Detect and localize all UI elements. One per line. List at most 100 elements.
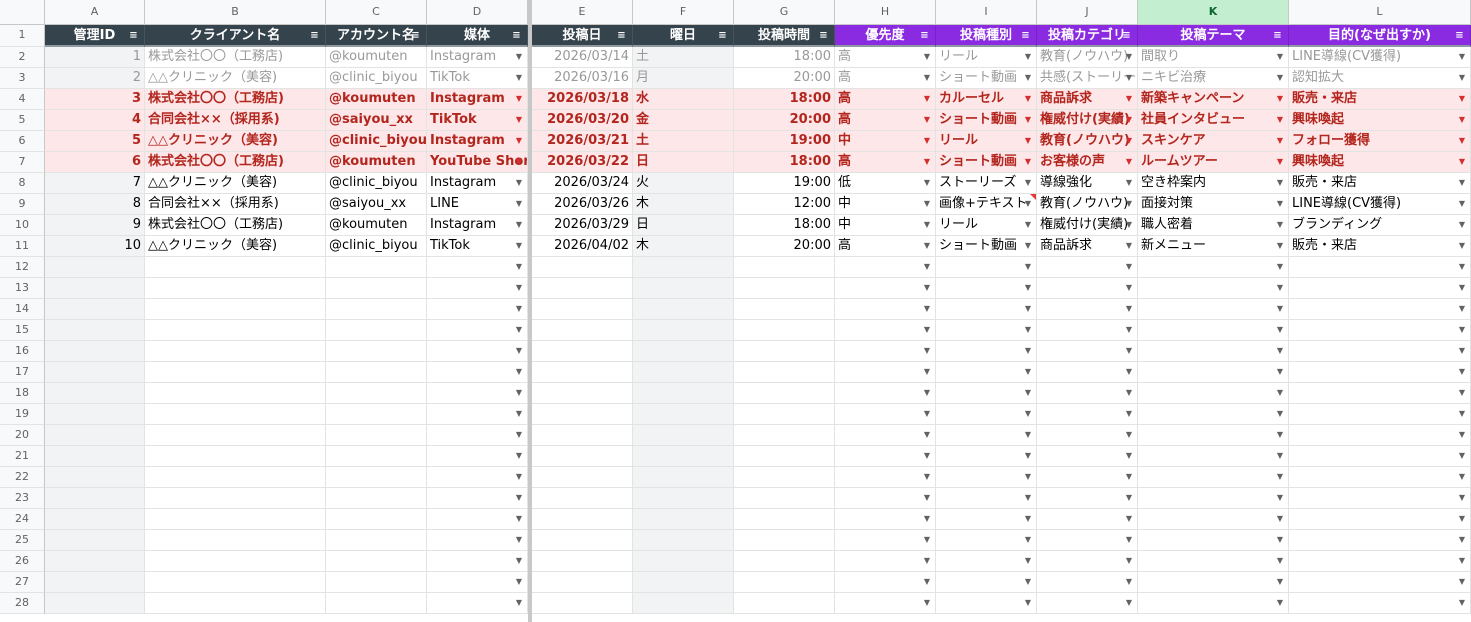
empty-cell[interactable]: ▼ xyxy=(427,404,528,425)
table-cell[interactable]: お客様の声 ▼ xyxy=(1037,152,1138,173)
dropdown-arrow-icon[interactable]: ▼ xyxy=(516,530,522,550)
empty-cell[interactable] xyxy=(326,530,427,551)
table-cell[interactable]: 20:00 xyxy=(734,68,835,89)
filter-icon[interactable]: ≡ xyxy=(309,30,320,41)
table-cell[interactable]: 販売・来店 ▼ xyxy=(1289,173,1471,194)
table-cell[interactable]: @saiyou_xx xyxy=(326,110,427,131)
dropdown-arrow-icon[interactable]: ▼ xyxy=(1459,425,1465,445)
dropdown-arrow-icon[interactable]: ▼ xyxy=(1459,320,1465,340)
empty-cell[interactable] xyxy=(734,467,835,488)
empty-cell[interactable] xyxy=(734,509,835,530)
filter-icon[interactable]: ≡ xyxy=(717,30,728,41)
filter-icon[interactable]: ≡ xyxy=(511,30,522,41)
table-cell[interactable]: 高 ▼ xyxy=(835,152,936,173)
filter-icon[interactable]: ≡ xyxy=(410,30,421,41)
empty-cell[interactable]: ▼ xyxy=(427,320,528,341)
table-cell[interactable]: 商品訴求 ▼ xyxy=(1037,89,1138,110)
dropdown-arrow-icon[interactable]: ▼ xyxy=(924,299,930,319)
empty-cell[interactable]: ▼ xyxy=(427,593,528,614)
empty-cell[interactable] xyxy=(734,320,835,341)
empty-cell[interactable] xyxy=(145,593,326,614)
dropdown-arrow-icon[interactable]: ▼ xyxy=(516,425,522,445)
empty-cell[interactable] xyxy=(633,530,734,551)
empty-cell[interactable] xyxy=(326,320,427,341)
dropdown-arrow-icon[interactable]: ▼ xyxy=(1277,278,1283,298)
dropdown-arrow-icon[interactable]: ▼ xyxy=(1277,68,1283,88)
dropdown-arrow-icon[interactable]: ▼ xyxy=(1025,215,1031,235)
empty-cell[interactable] xyxy=(145,383,326,404)
filter-icon[interactable]: ≡ xyxy=(1020,30,1031,41)
row-header[interactable]: 5 xyxy=(0,110,45,131)
dropdown-arrow-icon[interactable]: ▼ xyxy=(924,509,930,529)
table-cell[interactable]: 土 xyxy=(633,47,734,68)
empty-cell[interactable]: ▼ xyxy=(1289,320,1471,341)
table-cell[interactable]: 低 ▼ xyxy=(835,173,936,194)
select-all-corner[interactable] xyxy=(0,0,45,25)
row-header[interactable]: 16 xyxy=(0,341,45,362)
empty-cell[interactable]: ▼ xyxy=(1138,593,1289,614)
dropdown-arrow-icon[interactable]: ▼ xyxy=(1277,131,1283,151)
dropdown-arrow-icon[interactable]: ▼ xyxy=(1459,383,1465,403)
table-cell[interactable]: 3 xyxy=(45,89,145,110)
column-header-h[interactable]: H xyxy=(835,0,936,25)
empty-cell[interactable] xyxy=(326,383,427,404)
dropdown-arrow-icon[interactable]: ▼ xyxy=(1277,488,1283,508)
empty-cell[interactable]: ▼ xyxy=(1289,572,1471,593)
empty-cell[interactable]: ▼ xyxy=(835,488,936,509)
table-cell[interactable]: 間取り ▼ xyxy=(1138,47,1289,68)
empty-cell[interactable] xyxy=(633,404,734,425)
dropdown-arrow-icon[interactable]: ▼ xyxy=(1025,257,1031,277)
table-cell[interactable]: 空き枠案内 ▼ xyxy=(1138,173,1289,194)
empty-cell[interactable] xyxy=(326,446,427,467)
table-cell[interactable]: 教育(ノウハウ) ▼ xyxy=(1037,131,1138,152)
empty-cell[interactable] xyxy=(734,572,835,593)
table-cell[interactable]: 19:00 xyxy=(734,173,835,194)
empty-cell[interactable] xyxy=(633,341,734,362)
empty-cell[interactable] xyxy=(326,425,427,446)
empty-cell[interactable]: ▼ xyxy=(936,467,1037,488)
table-cell[interactable]: Instagram ▼ xyxy=(427,131,528,152)
table-cell[interactable]: @clinic_biyou xyxy=(326,236,427,257)
dropdown-arrow-icon[interactable]: ▼ xyxy=(516,383,522,403)
table-cell[interactable]: ショート動画 ▼ xyxy=(936,152,1037,173)
empty-cell[interactable] xyxy=(532,593,633,614)
table-cell[interactable]: 画像+テキスト ▼ xyxy=(936,194,1037,215)
dropdown-arrow-icon[interactable]: ▼ xyxy=(516,152,522,172)
table-cell[interactable]: 20:00 xyxy=(734,236,835,257)
table-cell[interactable]: 高 ▼ xyxy=(835,68,936,89)
empty-cell[interactable] xyxy=(145,320,326,341)
table-cell[interactable]: 販売・来店 ▼ xyxy=(1289,236,1471,257)
row-header[interactable]: 15 xyxy=(0,320,45,341)
dropdown-arrow-icon[interactable]: ▼ xyxy=(924,383,930,403)
dropdown-arrow-icon[interactable]: ▼ xyxy=(1126,383,1132,403)
table-cell[interactable]: 合同会社××（採用系) xyxy=(145,110,326,131)
empty-cell[interactable]: ▼ xyxy=(1289,446,1471,467)
table-cell[interactable]: 中 ▼ xyxy=(835,194,936,215)
table-cell[interactable]: 2026/03/26 xyxy=(532,194,633,215)
dropdown-arrow-icon[interactable]: ▼ xyxy=(1025,47,1031,67)
empty-cell[interactable] xyxy=(45,467,145,488)
empty-cell[interactable] xyxy=(633,383,734,404)
empty-cell[interactable] xyxy=(326,467,427,488)
row-header[interactable]: 11 xyxy=(0,236,45,257)
filter-icon[interactable]: ≡ xyxy=(818,30,829,41)
dropdown-arrow-icon[interactable]: ▼ xyxy=(924,467,930,487)
dropdown-arrow-icon[interactable]: ▼ xyxy=(924,173,930,193)
row-header[interactable]: 9 xyxy=(0,194,45,215)
dropdown-arrow-icon[interactable]: ▼ xyxy=(924,194,930,214)
table-cell[interactable]: 2026/03/22 xyxy=(532,152,633,173)
dropdown-arrow-icon[interactable]: ▼ xyxy=(1277,215,1283,235)
dropdown-arrow-icon[interactable]: ▼ xyxy=(924,320,930,340)
empty-cell[interactable] xyxy=(45,341,145,362)
empty-cell[interactable]: ▼ xyxy=(936,425,1037,446)
empty-cell[interactable] xyxy=(734,593,835,614)
empty-cell[interactable] xyxy=(734,404,835,425)
empty-cell[interactable] xyxy=(326,509,427,530)
column-header-e[interactable]: E xyxy=(532,0,633,25)
table-cell[interactable]: 土 xyxy=(633,131,734,152)
empty-cell[interactable] xyxy=(45,362,145,383)
column-header-f[interactable]: F xyxy=(633,0,734,25)
table-cell[interactable]: ショート動画 ▼ xyxy=(936,110,1037,131)
dropdown-arrow-icon[interactable]: ▼ xyxy=(1459,572,1465,592)
empty-cell[interactable]: ▼ xyxy=(835,404,936,425)
